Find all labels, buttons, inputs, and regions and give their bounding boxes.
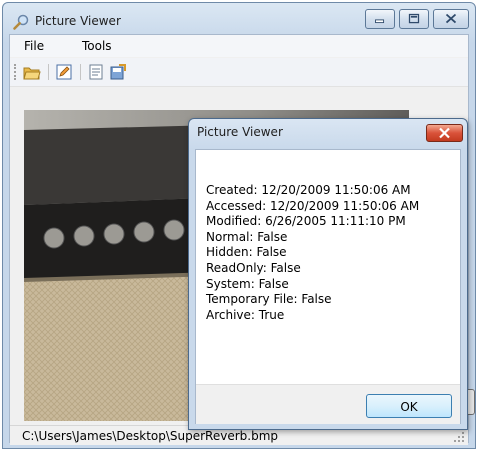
open-folder-icon[interactable] xyxy=(22,62,42,82)
toolbar-separator xyxy=(80,64,81,80)
file-info-text: Created: 12/20/2009 11:50:06 AM Accessed… xyxy=(206,183,419,323)
toolbar-separator xyxy=(48,64,49,80)
temporary-line: Temporary File: False xyxy=(206,292,332,307)
dialog-body: Created: 12/20/2009 11:50:06 AM Accessed… xyxy=(195,149,461,424)
menu-bar: File Tools xyxy=(10,35,468,57)
title-bar[interactable]: Picture Viewer xyxy=(3,3,475,37)
minimize-icon xyxy=(375,19,385,24)
partial-button[interactable] xyxy=(468,389,475,415)
dialog-footer: OK xyxy=(196,384,460,424)
properties-dialog: Picture Viewer Created: 12/20/2009 11:50… xyxy=(188,118,468,430)
toolbar xyxy=(10,58,468,87)
dialog-close-button[interactable] xyxy=(426,124,463,142)
edit-icon[interactable] xyxy=(54,62,74,82)
maximize-button[interactable] xyxy=(399,9,429,29)
hidden-line: Hidden: False xyxy=(206,245,287,260)
close-icon xyxy=(439,127,450,139)
normal-line: Normal: False xyxy=(206,229,288,244)
accessed-line: Accessed: 12/20/2009 11:50:06 AM xyxy=(206,198,420,213)
save-icon[interactable] xyxy=(108,62,128,82)
magnifier-icon xyxy=(13,14,29,30)
ok-button[interactable]: OK xyxy=(366,394,452,418)
file-path-label: C:\Users\James\Desktop\SuperReverb.bmp xyxy=(22,429,279,443)
menu-file[interactable]: File xyxy=(24,39,44,53)
system-line: System: False xyxy=(206,276,289,291)
window-title: Picture Viewer xyxy=(35,14,121,28)
close-button[interactable] xyxy=(433,9,469,29)
created-line: Created: 12/20/2009 11:50:06 AM xyxy=(206,183,411,197)
maximize-icon xyxy=(408,13,420,24)
minimize-button[interactable] xyxy=(365,9,395,29)
archive-line: Archive: True xyxy=(206,307,285,322)
menu-tools[interactable]: Tools xyxy=(82,39,112,53)
modified-line: Modified: 6/26/2005 11:11:10 PM xyxy=(206,214,406,229)
close-icon xyxy=(445,13,457,24)
dialog-title: Picture Viewer xyxy=(197,125,283,139)
resize-grip-icon[interactable] xyxy=(453,431,465,443)
readonly-line: ReadOnly: False xyxy=(206,260,301,275)
toolbar-grip[interactable] xyxy=(14,64,18,80)
properties-icon[interactable] xyxy=(86,62,106,82)
